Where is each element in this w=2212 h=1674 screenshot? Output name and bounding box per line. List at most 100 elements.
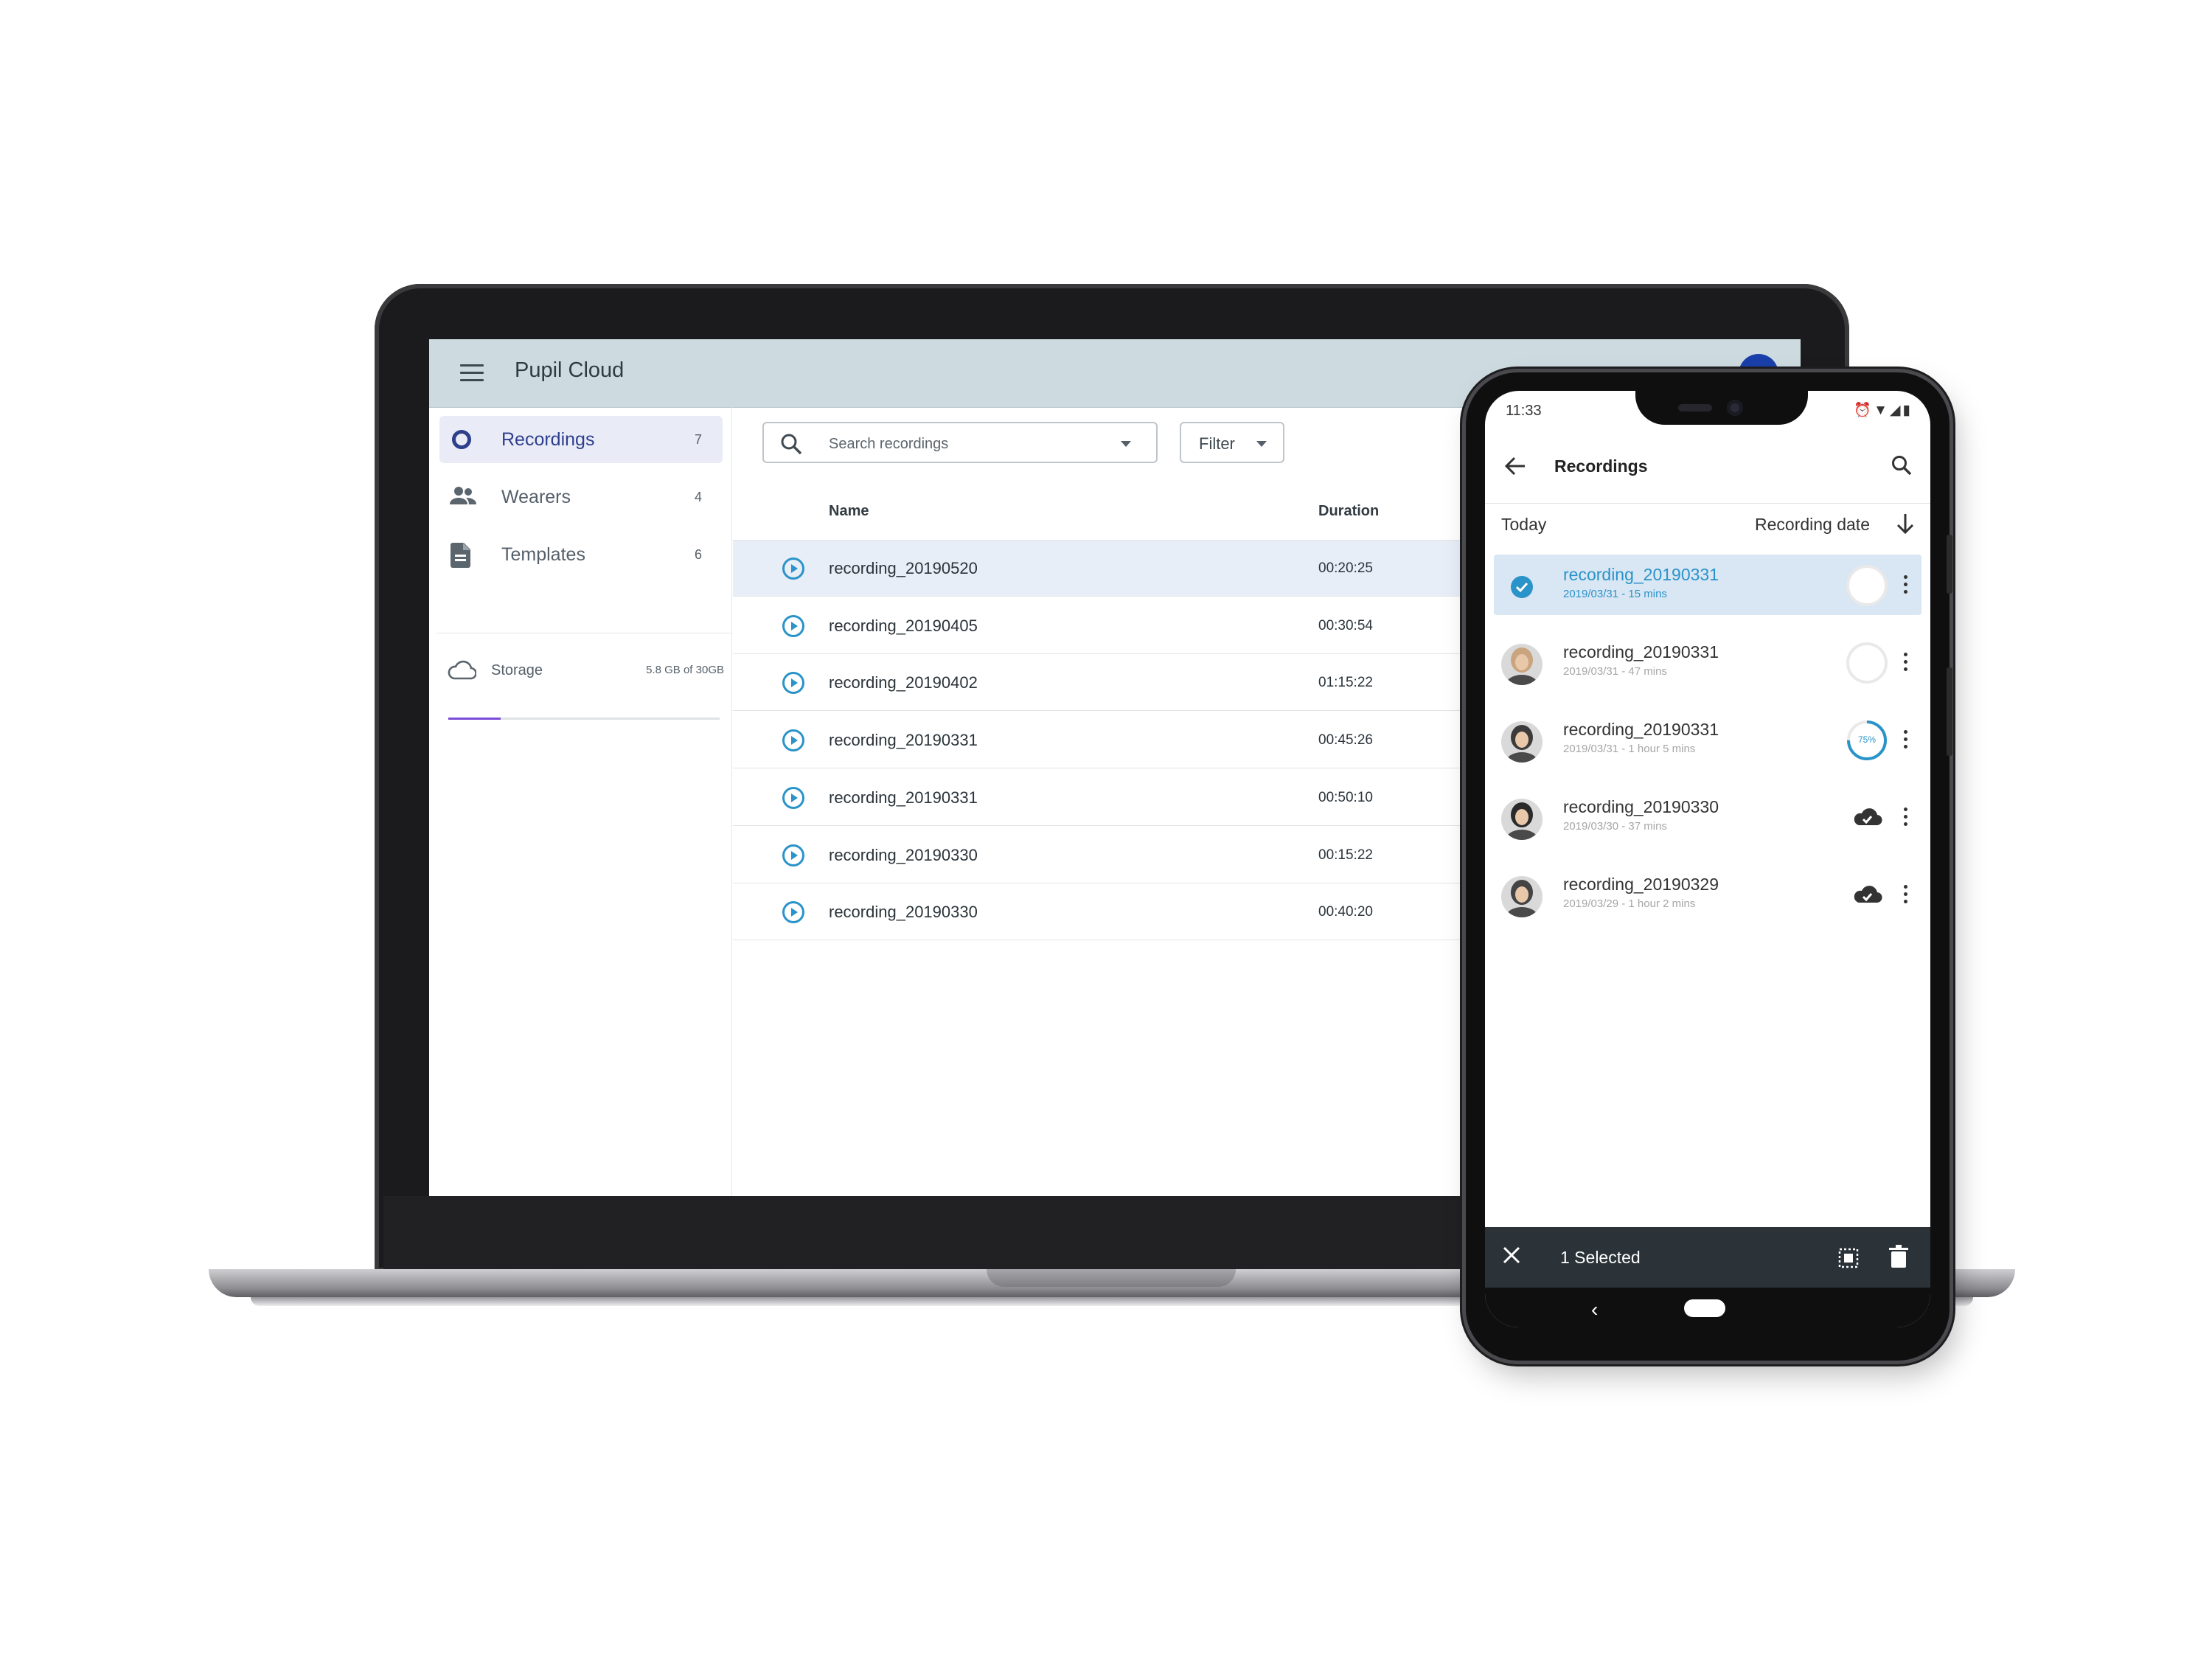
sidebar-item-count: 7 bbox=[694, 432, 702, 447]
column-header-name[interactable]: Name bbox=[829, 503, 869, 520]
nav-back-icon[interactable]: ‹ bbox=[1591, 1298, 1598, 1322]
search-icon[interactable] bbox=[1891, 454, 1913, 476]
storage-label: Storage bbox=[491, 662, 543, 678]
phone-list-item[interactable]: recording_20190331 2019/03/31 - 47 mins bbox=[1494, 632, 1921, 692]
recording-duration: 00:15:22 bbox=[1318, 847, 1373, 863]
recording-duration: 00:50:10 bbox=[1318, 789, 1373, 805]
android-nav-bar: ‹ bbox=[1485, 1288, 1930, 1327]
storage-progress-bar bbox=[448, 718, 720, 720]
status-time: 11:33 bbox=[1506, 403, 1542, 419]
cloud-icon bbox=[448, 660, 476, 680]
more-vert-icon[interactable] bbox=[1904, 730, 1908, 751]
play-circle-icon[interactable] bbox=[782, 786, 805, 810]
cloud-done-icon bbox=[1846, 797, 1888, 838]
recording-duration: 00:45:26 bbox=[1318, 732, 1373, 749]
recording-name: recording_20190520 bbox=[829, 559, 978, 577]
column-header-duration[interactable]: Duration bbox=[1318, 503, 1379, 520]
filter-label: Filter bbox=[1199, 434, 1235, 453]
wifi-icon: ▼ bbox=[1874, 403, 1890, 418]
phone-item-subtitle: 2019/03/29 - 1 hour 2 mins bbox=[1563, 897, 1696, 910]
alarm-icon: ⏰ bbox=[1854, 403, 1874, 418]
upload-progress-ring: 75% bbox=[1846, 720, 1888, 761]
phone-title: Recordings bbox=[1554, 456, 1648, 476]
phone-side-button bbox=[1947, 667, 1952, 756]
trash-icon[interactable] bbox=[1889, 1245, 1908, 1268]
search-placeholder: Search recordings bbox=[829, 436, 949, 452]
sidebar-item-wearers[interactable]: Wearers 4 bbox=[439, 473, 723, 521]
phone-item-title: recording_20190331 bbox=[1563, 565, 1719, 584]
chevron-down-icon bbox=[1256, 441, 1267, 447]
phone-item-title: recording_20190330 bbox=[1563, 797, 1719, 816]
phone-item-title: recording_20190329 bbox=[1563, 875, 1719, 894]
recording-name: recording_20190331 bbox=[829, 788, 978, 807]
sidebar-item-templates[interactable]: Templates 6 bbox=[439, 531, 723, 578]
front-camera bbox=[1727, 400, 1743, 416]
selection-count: 1 Selected bbox=[1560, 1248, 1641, 1267]
select-all-icon[interactable] bbox=[1837, 1247, 1860, 1269]
search-input[interactable]: Search recordings bbox=[762, 422, 1158, 463]
phone-list-item[interactable]: recording_20190331 2019/03/31 - 1 hour 5 … bbox=[1494, 709, 1921, 770]
recording-duration: 00:20:25 bbox=[1318, 560, 1373, 576]
nav-home-pill[interactable] bbox=[1684, 1299, 1725, 1317]
more-vert-icon[interactable] bbox=[1904, 575, 1908, 596]
arrow-back-icon[interactable] bbox=[1504, 456, 1526, 476]
recording-name: recording_20190330 bbox=[829, 845, 978, 864]
sort-label[interactable]: Recording date bbox=[1755, 515, 1870, 535]
arrow-down-icon[interactable] bbox=[1895, 512, 1916, 535]
play-circle-icon[interactable] bbox=[782, 900, 805, 924]
phone-notch bbox=[1635, 391, 1808, 425]
selection-bar: 1 Selected bbox=[1485, 1227, 1930, 1288]
chevron-down-icon[interactable] bbox=[1121, 441, 1131, 447]
search-icon bbox=[781, 434, 802, 455]
more-vert-icon[interactable] bbox=[1904, 885, 1908, 906]
document-icon bbox=[450, 543, 475, 568]
more-vert-icon[interactable] bbox=[1904, 653, 1908, 673]
hamburger-menu-icon[interactable] bbox=[460, 364, 484, 382]
phone-item-title: recording_20190331 bbox=[1563, 642, 1719, 661]
more-vert-icon[interactable] bbox=[1904, 808, 1908, 828]
avatar bbox=[1501, 876, 1543, 917]
people-icon bbox=[450, 485, 476, 509]
storage-progress-fill bbox=[448, 718, 501, 720]
sidebar-item-label: Wearers bbox=[501, 487, 571, 507]
play-circle-icon[interactable] bbox=[782, 729, 805, 752]
sidebar-item-label: Recordings bbox=[501, 429, 595, 450]
upload-pending-ring bbox=[1846, 642, 1888, 684]
phone-list-item[interactable]: recording_20190330 2019/03/30 - 37 mins bbox=[1494, 787, 1921, 847]
recording-name: recording_20190405 bbox=[829, 616, 978, 635]
phone-list-item[interactable]: recording_20190329 2019/03/29 - 1 hour 2 … bbox=[1494, 864, 1921, 925]
sidebar: Recordings 7 Wearers 4 Templates 6 Stora… bbox=[429, 407, 732, 1196]
phone-item-subtitle: 2019/03/31 - 47 mins bbox=[1563, 665, 1667, 678]
cloud-done-icon bbox=[1846, 875, 1888, 916]
play-circle-icon[interactable] bbox=[782, 671, 805, 695]
phone-side-button bbox=[1947, 535, 1952, 594]
play-circle-icon[interactable] bbox=[782, 557, 805, 580]
upload-progress-label: 75% bbox=[1857, 734, 1877, 745]
check-circle-icon[interactable] bbox=[1501, 566, 1543, 608]
recording-duration: 01:15:22 bbox=[1318, 675, 1373, 691]
phone-item-subtitle: 2019/03/31 - 15 mins bbox=[1563, 588, 1667, 600]
avatar bbox=[1501, 644, 1543, 685]
play-circle-icon[interactable] bbox=[782, 614, 805, 638]
recording-name: recording_20190402 bbox=[829, 673, 978, 692]
close-icon[interactable] bbox=[1501, 1245, 1522, 1265]
sidebar-item-count: 4 bbox=[694, 490, 702, 504]
sidebar-item-recordings[interactable]: Recordings 7 bbox=[439, 416, 723, 463]
signal-icon: ◢ bbox=[1889, 403, 1903, 418]
sidebar-item-count: 6 bbox=[694, 547, 702, 562]
laptop-hinge-notch bbox=[987, 1269, 1236, 1287]
storage-row: Storage 5.8 GB of 30GB bbox=[445, 655, 726, 684]
app-title: Pupil Cloud bbox=[515, 358, 625, 382]
recording-name: recording_20190331 bbox=[829, 731, 978, 750]
phone-screen: 11:33 ⏰▼◢▮ Recordings Today Recording da… bbox=[1485, 391, 1930, 1327]
phone-speaker bbox=[1678, 404, 1712, 411]
status-icons: ⏰▼◢▮ bbox=[1854, 401, 1913, 419]
filter-button[interactable]: Filter bbox=[1180, 422, 1284, 463]
play-circle-icon[interactable] bbox=[782, 844, 805, 867]
phone-item-subtitle: 2019/03/31 - 1 hour 5 mins bbox=[1563, 743, 1696, 755]
recording-duration: 00:30:54 bbox=[1318, 617, 1373, 633]
avatar bbox=[1501, 721, 1543, 763]
phone-item-subtitle: 2019/03/30 - 37 mins bbox=[1563, 820, 1667, 833]
recording-duration: 00:40:20 bbox=[1318, 904, 1373, 920]
phone-list-item[interactable]: recording_20190331 2019/03/31 - 15 mins bbox=[1494, 555, 1921, 615]
